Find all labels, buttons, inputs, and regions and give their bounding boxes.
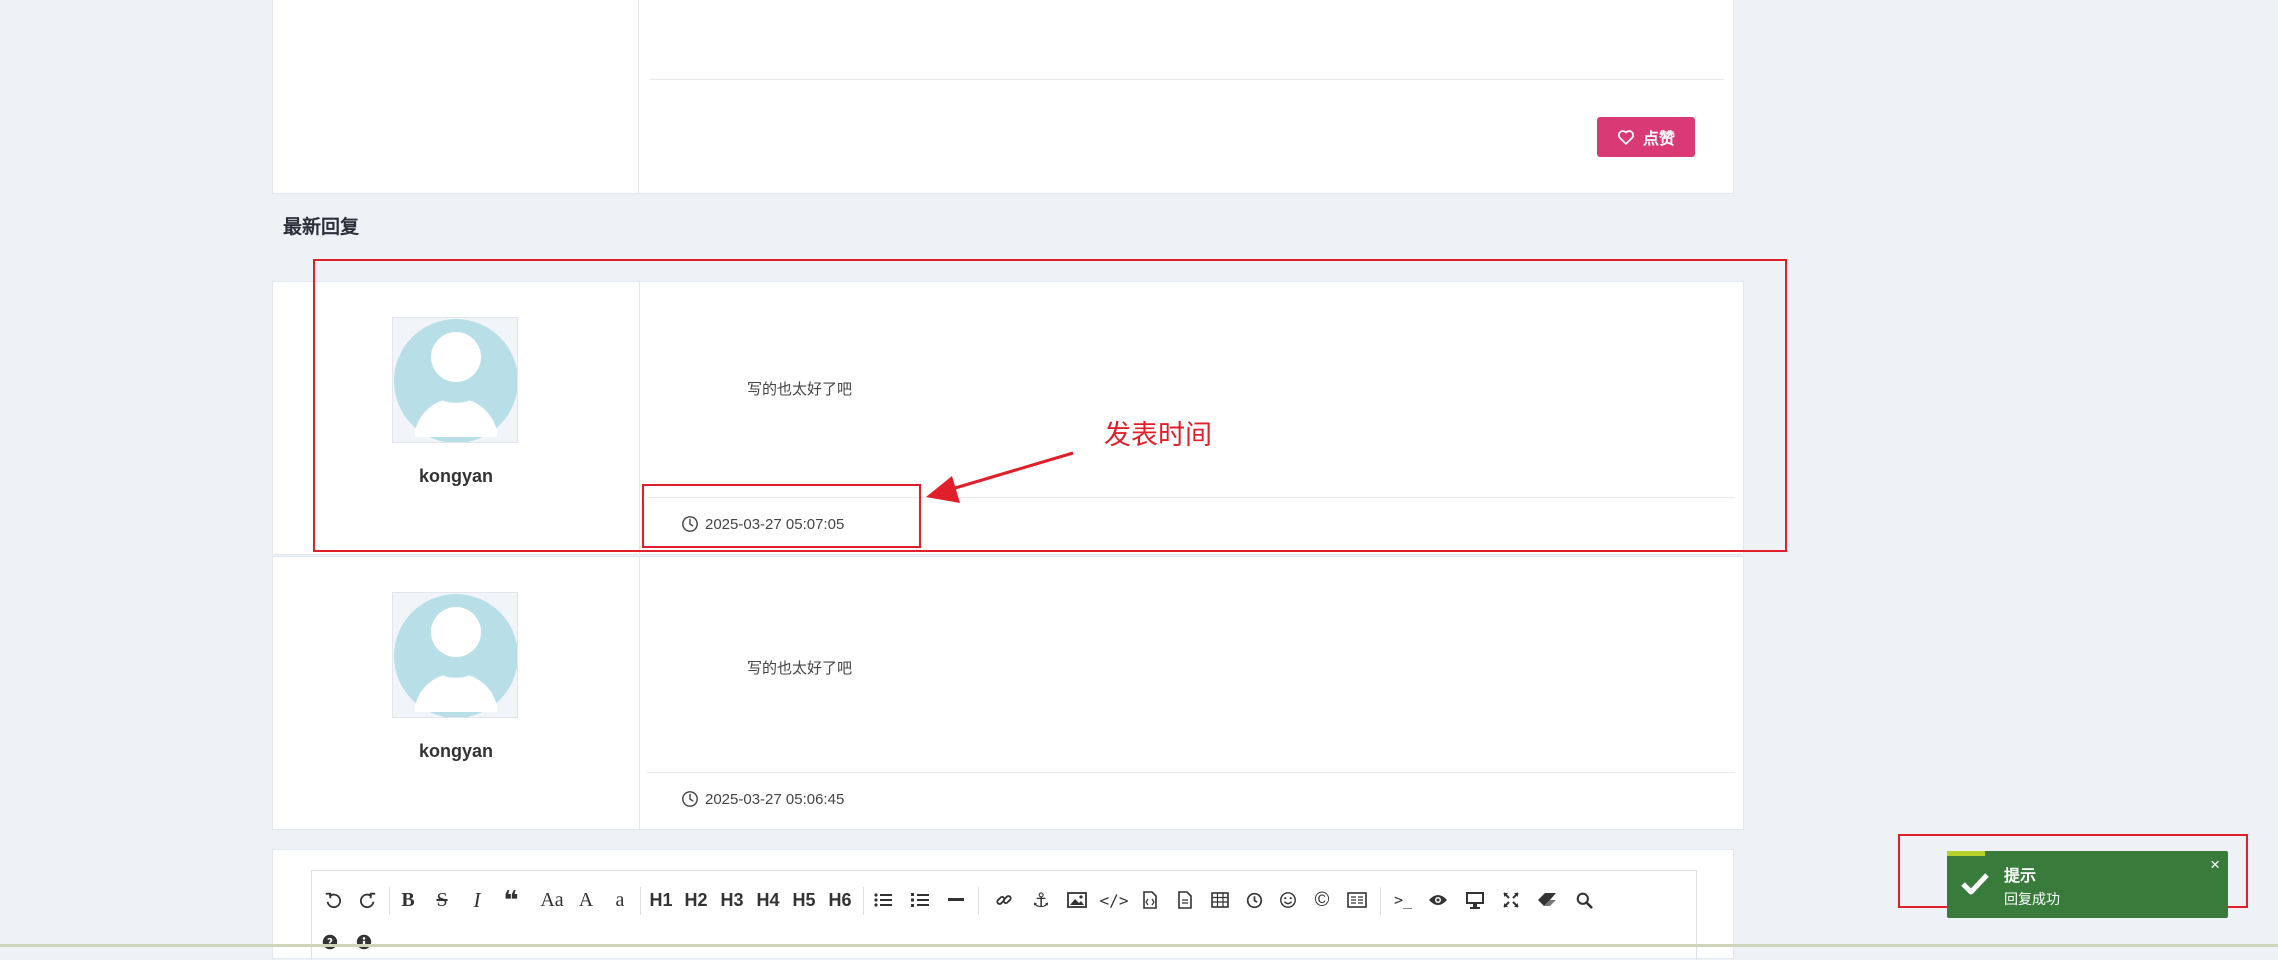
uppercase-icon[interactable]: Aa <box>532 885 572 915</box>
clear-icon[interactable] <box>1532 885 1562 915</box>
toast-progress-bar <box>1947 851 1985 856</box>
undo-icon[interactable] <box>318 885 348 915</box>
toolbar-separator <box>1380 887 1381 915</box>
heading-3-button[interactable]: H3 <box>717 885 747 915</box>
heading-5-button[interactable]: H5 <box>789 885 819 915</box>
toolbar-separator <box>863 887 864 915</box>
code-block-icon[interactable] <box>1170 885 1200 915</box>
horizontal-rule-icon[interactable] <box>941 885 971 915</box>
heading-6-button[interactable]: H6 <box>825 885 855 915</box>
code-icon[interactable]: </> <box>1099 885 1129 915</box>
check-icon <box>1961 873 1989 895</box>
datetime-icon[interactable] <box>1239 885 1269 915</box>
svg-text:?: ? <box>327 937 333 949</box>
toast-notification: 提示 回复成功 × <box>1947 851 2228 918</box>
html-entities-icon[interactable]: © <box>1307 885 1337 915</box>
pagebreak-icon[interactable] <box>1342 885 1372 915</box>
help-icon[interactable]: ? <box>315 927 345 957</box>
emoji-icon[interactable] <box>1273 885 1303 915</box>
uppercase-first-icon[interactable]: A <box>571 885 601 915</box>
close-icon[interactable]: × <box>2210 855 2220 875</box>
link-icon[interactable] <box>989 885 1019 915</box>
fullscreen-icon[interactable] <box>1496 885 1526 915</box>
heading-1-button[interactable]: H1 <box>646 885 676 915</box>
toolbar-separator <box>389 887 390 915</box>
lowercase-icon[interactable]: a <box>605 885 635 915</box>
toolbar-separator <box>640 887 641 915</box>
anchor-icon[interactable]: ⚓ <box>1026 885 1056 915</box>
bold-icon[interactable]: B <box>393 885 423 915</box>
toolbar-separator <box>978 887 979 915</box>
info-icon[interactable] <box>349 927 379 957</box>
annotation-label: 发表时间 <box>1104 420 1212 450</box>
table-icon[interactable] <box>1205 885 1235 915</box>
toast-message: 回复成功 <box>2004 891 2060 907</box>
annotation-arrow <box>926 451 1074 503</box>
fullscreen-preview-icon[interactable] <box>1460 885 1490 915</box>
image-icon[interactable] <box>1062 885 1092 915</box>
italic-icon[interactable]: I <box>462 885 492 915</box>
terminal-icon[interactable]: >_ <box>1388 885 1418 915</box>
ordered-list-icon[interactable] <box>905 885 935 915</box>
preview-icon[interactable] <box>1423 885 1453 915</box>
unordered-list-icon[interactable] <box>868 885 898 915</box>
toast-title: 提示 <box>2004 868 2037 885</box>
redo-icon[interactable] <box>353 885 383 915</box>
heading-2-button[interactable]: H2 <box>681 885 711 915</box>
strikethrough-icon[interactable]: S <box>427 885 457 915</box>
preformatted-code-icon[interactable] <box>1135 885 1165 915</box>
reply-editor: B S I ❝ Aa A a H1 H2 H3 H4 H5 H6 ⚓ </> ©… <box>272 849 1734 960</box>
heading-4-button[interactable]: H4 <box>753 885 783 915</box>
quote-icon[interactable]: ❝ <box>496 885 526 915</box>
search-icon[interactable] <box>1569 885 1599 915</box>
